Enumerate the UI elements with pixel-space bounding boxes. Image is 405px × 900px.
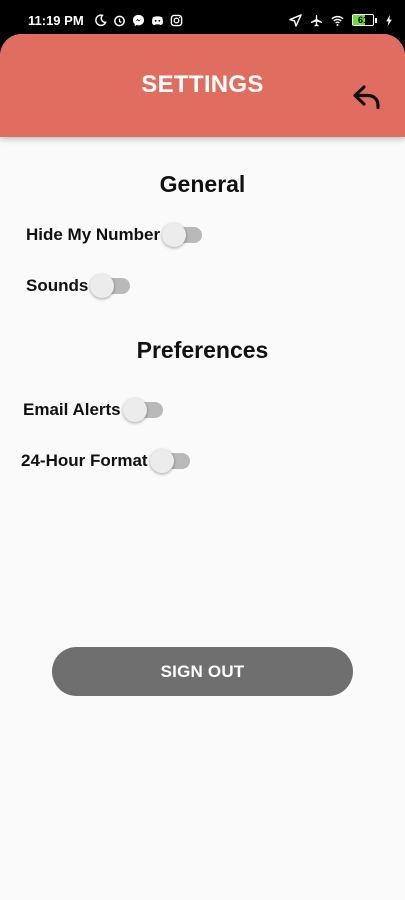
setting-label: 24-Hour Format <box>21 451 148 470</box>
status-time: 11:19 PM <box>28 12 84 28</box>
setting-label: Email Alerts <box>23 400 121 419</box>
section-title-preferences: Preferences <box>136 337 269 363</box>
wifi-icon <box>331 14 344 27</box>
status-right: 61 <box>289 13 393 27</box>
hide-my-number-toggle[interactable] <box>162 222 204 248</box>
setting-row-sounds: Sounds <box>26 273 132 299</box>
setting-label: Sounds <box>26 276 89 295</box>
battery-level: 61 <box>357 15 368 25</box>
messenger-icon <box>132 14 145 27</box>
airplane-icon <box>310 14 323 27</box>
setting-row-24-hour-format: 24-Hour Format <box>21 448 192 474</box>
setting-row-hide-my-number: Hide My Number <box>26 222 204 248</box>
moon-icon <box>94 13 107 27</box>
setting-row-email-alerts: Email Alerts <box>23 397 165 423</box>
page-title: SETTINGS <box>141 71 264 98</box>
location-icon <box>289 13 302 27</box>
alarm-icon <box>113 14 126 27</box>
battery-icon: 61 <box>352 14 377 26</box>
discord-icon <box>151 14 164 27</box>
email-alerts-toggle[interactable] <box>122 397 165 423</box>
sign-out-button[interactable]: SIGN OUT <box>52 647 353 696</box>
setting-label: Hide My Number <box>26 225 161 244</box>
instagram-icon <box>170 14 183 27</box>
app-header: SETTINGS <box>0 34 405 137</box>
charging-icon <box>385 14 393 27</box>
status-left: 11:19 PM <box>28 13 183 28</box>
section-title-general: General <box>159 171 246 197</box>
sounds-toggle[interactable] <box>90 273 132 299</box>
back-arrow-icon <box>353 85 380 110</box>
back-button[interactable] <box>350 82 386 114</box>
app-screen: SETTINGS General Hide My Number Sounds P… <box>0 34 405 900</box>
24-hour-format-toggle[interactable] <box>149 448 192 474</box>
